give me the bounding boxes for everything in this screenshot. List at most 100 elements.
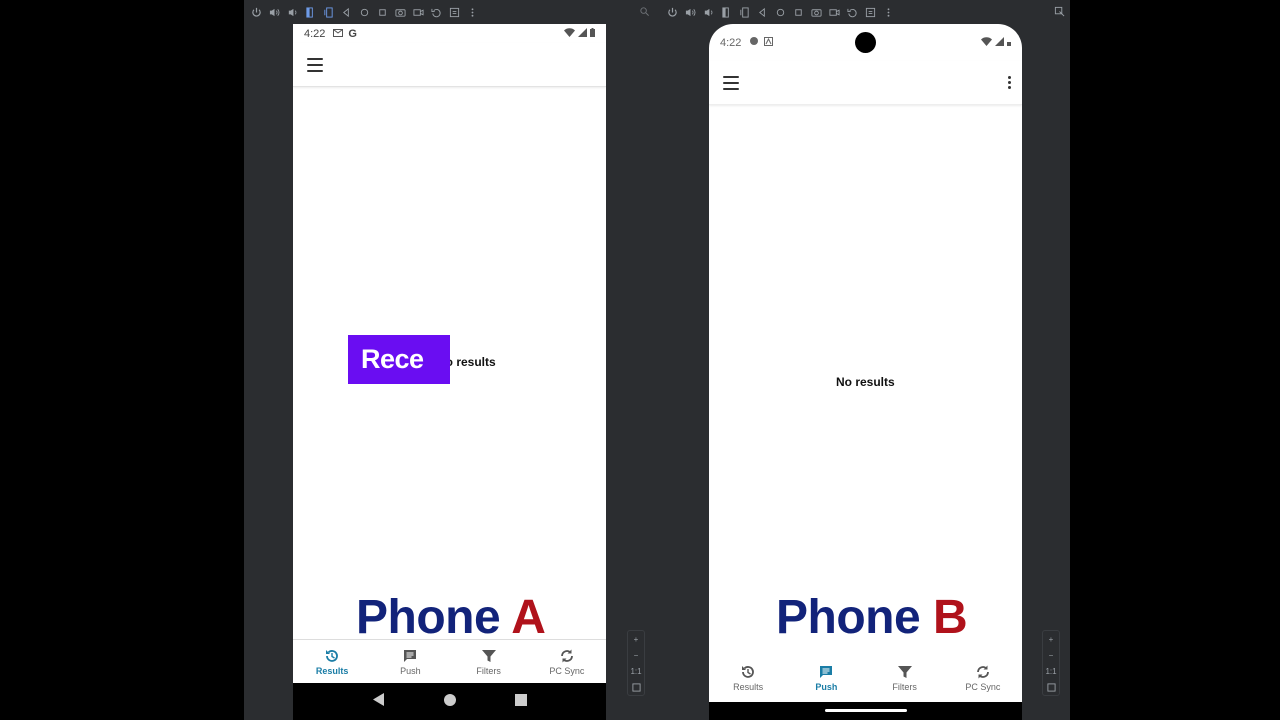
battery-low-icon bbox=[1007, 37, 1011, 49]
bottom-navigation: Results Push Filters PC Sync bbox=[293, 639, 606, 683]
rotate-left-icon[interactable] bbox=[718, 4, 734, 20]
nav-label: Push bbox=[400, 665, 421, 676]
app-notification-icon bbox=[764, 37, 774, 49]
menu-icon[interactable] bbox=[723, 75, 739, 90]
phone-a-label: Phone A bbox=[356, 590, 546, 645]
signal-icon bbox=[578, 28, 587, 40]
filter-icon bbox=[897, 666, 912, 678]
volume-up-icon[interactable] bbox=[266, 4, 282, 20]
nav-label: PC Sync bbox=[965, 682, 1001, 692]
fit-screen-icon[interactable] bbox=[1043, 680, 1059, 694]
extended-controls-icon[interactable] bbox=[862, 4, 878, 20]
rotate-right-icon[interactable] bbox=[320, 4, 336, 20]
nav-pc-sync[interactable]: PC Sync bbox=[528, 640, 606, 683]
detach-icon[interactable] bbox=[636, 3, 652, 19]
app-bar bbox=[709, 61, 1022, 105]
zoom-in-button[interactable]: + bbox=[1043, 632, 1059, 646]
record-icon[interactable] bbox=[410, 4, 426, 20]
system-back-icon[interactable] bbox=[372, 692, 385, 711]
zoom-ratio-button[interactable]: 1:1 bbox=[1043, 664, 1059, 678]
nav-label: Filters bbox=[476, 665, 501, 676]
nav-results[interactable]: Results bbox=[709, 654, 787, 702]
power-icon[interactable] bbox=[664, 4, 680, 20]
volume-down-icon[interactable] bbox=[700, 4, 716, 20]
system-overview-icon[interactable] bbox=[514, 693, 527, 711]
message-icon bbox=[820, 666, 833, 678]
history-icon bbox=[326, 649, 338, 662]
screenshot-icon[interactable] bbox=[808, 4, 824, 20]
overlay-text: Rece bbox=[361, 344, 424, 374]
detach-icon[interactable] bbox=[1051, 3, 1067, 19]
extended-controls-icon[interactable] bbox=[446, 4, 462, 20]
back-icon[interactable] bbox=[338, 4, 354, 20]
emulator-toolbar-a bbox=[248, 3, 480, 21]
status-time: 4:22 bbox=[304, 28, 326, 40]
app-bar bbox=[293, 43, 606, 87]
overview-icon[interactable] bbox=[374, 4, 390, 20]
nav-push[interactable]: Push bbox=[787, 654, 865, 702]
nav-filters[interactable]: Filters bbox=[450, 640, 528, 683]
screen: + − 1:1 + − 1:1 4:22 G Results Push Filt… bbox=[0, 0, 1280, 720]
overlay-banner: Rece bbox=[348, 335, 450, 384]
bottom-navigation: Results Push Filters PC Sync bbox=[709, 654, 1022, 702]
status-bar: 4:22 G bbox=[293, 24, 606, 44]
phone-label-letter: B bbox=[933, 591, 968, 644]
phone-label-letter: A bbox=[511, 591, 546, 644]
zoom-controls-b: + − 1:1 bbox=[1042, 630, 1060, 696]
zoom-out-button[interactable]: − bbox=[628, 648, 644, 662]
filter-icon bbox=[481, 649, 496, 662]
wifi-icon bbox=[981, 37, 992, 49]
zoom-controls-a: + − 1:1 bbox=[627, 630, 645, 696]
more-icon[interactable] bbox=[880, 4, 896, 20]
nav-filters[interactable]: Filters bbox=[866, 654, 944, 702]
system-home-icon[interactable] bbox=[443, 693, 456, 711]
phone-label-prefix: Phone bbox=[776, 591, 934, 644]
gesture-home-bar[interactable] bbox=[825, 709, 907, 712]
overflow-menu-icon[interactable] bbox=[1008, 76, 1011, 89]
volume-down-icon[interactable] bbox=[284, 4, 300, 20]
nav-label: Results bbox=[315, 665, 349, 676]
wifi-icon bbox=[564, 28, 575, 40]
system-navigation-bar bbox=[293, 683, 606, 720]
sync-icon bbox=[560, 649, 573, 662]
nav-push[interactable]: Push bbox=[371, 640, 449, 683]
volume-up-icon[interactable] bbox=[682, 4, 698, 20]
nav-label: Filters bbox=[892, 682, 917, 692]
snapshot-icon[interactable] bbox=[428, 4, 444, 20]
zoom-out-button[interactable]: − bbox=[1043, 648, 1059, 662]
nav-label: PC Sync bbox=[549, 665, 585, 676]
menu-icon[interactable] bbox=[307, 57, 323, 72]
history-icon bbox=[742, 666, 754, 678]
signal-icon bbox=[995, 37, 1004, 49]
nav-label: Push bbox=[815, 682, 838, 692]
rotate-right-icon[interactable] bbox=[736, 4, 752, 20]
more-icon[interactable] bbox=[464, 4, 480, 20]
phone-b-label: Phone B bbox=[776, 590, 968, 645]
camera-cutout bbox=[855, 32, 876, 53]
chat-bubble-icon bbox=[749, 37, 759, 49]
home-icon[interactable] bbox=[772, 4, 788, 20]
back-icon[interactable] bbox=[754, 4, 770, 20]
no-results-text: No results bbox=[836, 375, 895, 389]
snapshot-icon[interactable] bbox=[844, 4, 860, 20]
nav-label: Results bbox=[733, 682, 764, 692]
rotate-left-icon[interactable] bbox=[302, 4, 318, 20]
nav-pc-sync[interactable]: PC Sync bbox=[944, 654, 1022, 702]
power-icon[interactable] bbox=[248, 4, 264, 20]
emulator-toolbar-b bbox=[664, 3, 896, 21]
overview-icon[interactable] bbox=[790, 4, 806, 20]
screenshot-icon[interactable] bbox=[392, 4, 408, 20]
zoom-in-button[interactable]: + bbox=[628, 632, 644, 646]
fit-screen-icon[interactable] bbox=[628, 680, 644, 694]
mail-icon bbox=[333, 28, 344, 40]
google-icon: G bbox=[348, 28, 357, 40]
zoom-ratio-button[interactable]: 1:1 bbox=[628, 664, 644, 678]
phone-label-prefix: Phone bbox=[356, 591, 512, 644]
sync-icon bbox=[976, 665, 989, 679]
record-icon[interactable] bbox=[826, 4, 842, 20]
nav-results[interactable]: Results bbox=[293, 640, 371, 683]
home-icon[interactable] bbox=[356, 4, 372, 20]
message-icon bbox=[404, 649, 417, 662]
status-time: 4:22 bbox=[720, 37, 742, 49]
battery-icon bbox=[590, 28, 595, 40]
